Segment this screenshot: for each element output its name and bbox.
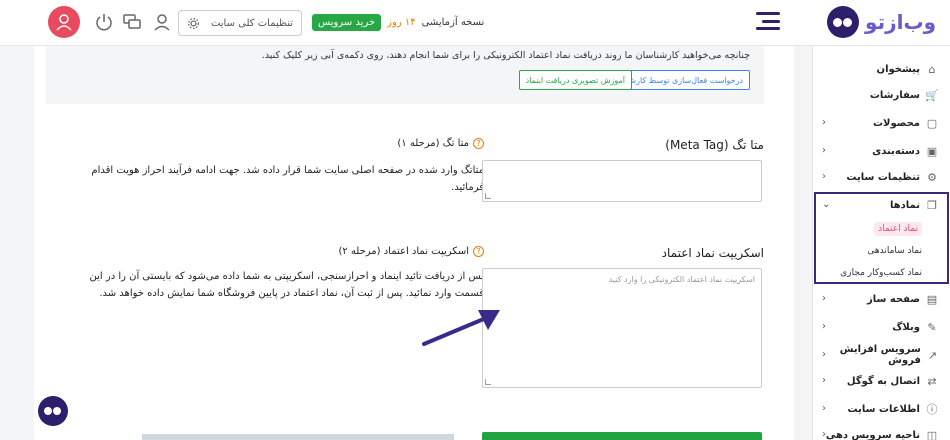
chevron-left-icon: ‹ xyxy=(822,429,826,440)
sidebar-item-site-settings[interactable]: ⚙ تنظیمات سایت ‹ xyxy=(812,164,950,190)
support-agent-icon[interactable] xyxy=(152,12,172,32)
badge-icon: ❐ xyxy=(927,198,937,212)
chart-icon: ↗ xyxy=(927,348,938,362)
script-help-text: پس از دریافت تائید اینماد و احرازسنجی، ا… xyxy=(89,271,484,299)
sidebar-subitem-virtual-business-badge[interactable]: نماد کسب‌وکار مجازی xyxy=(812,262,950,284)
sidebar-subitem-label: نماد اعتماد xyxy=(874,222,922,236)
sidebar-item-sales-boost[interactable]: ↗ سرویس افزایش فروش ‹ xyxy=(812,342,950,368)
user-icon xyxy=(56,14,72,31)
map-icon: ◫ xyxy=(926,428,938,440)
gear-icon: ⚙ xyxy=(927,170,937,184)
power-icon[interactable] xyxy=(94,12,114,32)
info-icon: ⓘ xyxy=(926,403,938,416)
sidebar-item-google-connect[interactable]: ⇄ اتصال به گوگل ‹ xyxy=(812,368,950,394)
buy-service-button[interactable]: خرید سرویس xyxy=(312,14,382,31)
sidebar-item-label: سرویس افزایش فروش xyxy=(839,344,921,366)
chevron-left-icon: ‹ xyxy=(822,145,826,156)
metatag-help-title: ? متا تگ (مرحله ۱) xyxy=(397,138,484,149)
script-placeholder: اسکریپت نماد اعتماد الکترونیکی را وارد ک… xyxy=(608,275,755,284)
tutorial-button[interactable]: آموزش تصویری دریافت اینماد xyxy=(518,70,632,90)
user-avatar[interactable] xyxy=(48,6,80,38)
menu-toggle-icon[interactable] xyxy=(756,12,780,30)
info-text: چنانچه می‌خواهید کارشناسان ما روند دریاف… xyxy=(261,50,750,61)
chevron-down-icon: ⌄ xyxy=(822,199,831,210)
sidebar-item-label: محصولات xyxy=(872,117,920,129)
script-field-title: اسکریپت نماد اعتماد xyxy=(661,246,764,260)
script-help-title: ? اسکریپت نماد اعتماد (مرحله ۲) xyxy=(338,246,484,257)
help-icon: ? xyxy=(473,138,484,149)
category-icon: ▣ xyxy=(926,144,938,158)
sidebar-item-label: صفحه ساز xyxy=(867,293,920,305)
link-icon: ⇄ xyxy=(927,374,937,388)
metatag-input[interactable] xyxy=(482,160,762,202)
chevron-left-icon: ‹ xyxy=(822,117,826,128)
logo-text: وب‌ازتو xyxy=(865,10,936,34)
sidebar-subitem-samandehi-badge[interactable]: نماد ساماندهی xyxy=(812,240,950,262)
sidebar-item-dashboard[interactable]: ⌂ پیشخوان xyxy=(812,56,950,82)
sidebar-item-site-info[interactable]: ⓘ اطلاعات سایت ‹ xyxy=(812,396,950,422)
info-box: چنانچه می‌خواهید کارشناسان ما روند دریاف… xyxy=(46,46,764,104)
trial-days: ۱۴ روز xyxy=(387,17,416,28)
trial-info: نسخه آزمایشی ۱۴ روز خرید سرویس xyxy=(312,14,484,31)
sidebar-subitem-label: نماد ساماندهی xyxy=(867,246,922,256)
page-icon: ▤ xyxy=(926,292,938,306)
sidebar-item-label: اطلاعات سایت xyxy=(847,403,921,415)
bottom-strip xyxy=(142,434,454,440)
sidebar-item-label: سفارشات xyxy=(869,89,920,101)
sidebar-item-label: اتصال به گوگل xyxy=(846,375,920,387)
chevron-left-icon: ‹ xyxy=(822,171,826,182)
chat-icon[interactable] xyxy=(122,12,142,32)
floating-logo-icon[interactable] xyxy=(38,396,68,426)
main-content: چنانچه می‌خواهید کارشناسان ما روند دریاف… xyxy=(34,46,794,440)
site-logo[interactable]: وب‌ازتو xyxy=(827,6,936,38)
chevron-left-icon: ‹ xyxy=(822,321,826,332)
sidebar-item-products[interactable]: ▢ محصولات ‹ xyxy=(812,110,950,136)
metatag-help-text: متاتگ وارد شده در صفحه اصلی سایت شما قرا… xyxy=(91,165,484,193)
script-textarea[interactable]: اسکریپت نماد اعتماد الکترونیکی را وارد ک… xyxy=(482,268,762,388)
sidebar-item-service-area[interactable]: ◫ ناحیه سرویس دهی ‹ xyxy=(812,422,950,440)
general-settings-button[interactable]: تنظیمات کلی سایت xyxy=(178,10,302,36)
settings-label: تنظیمات کلی سایت xyxy=(210,17,293,29)
sidebar-item-label: پیشخوان xyxy=(876,63,920,75)
sidebar-item-label: نمادها xyxy=(889,199,920,211)
metatag-field-title: متا تگ (Meta Tag) xyxy=(665,138,764,152)
cart-icon: 🛒 xyxy=(925,88,939,102)
sidebar-item-label: دسته‌بندی xyxy=(872,145,920,157)
sidebar-item-label: وبلاگ xyxy=(892,321,920,333)
submit-button[interactable]: ثبت اطلاعات xyxy=(482,432,762,440)
gear-icon xyxy=(188,17,199,29)
top-header: وب‌ازتو نسخه آزمایشی ۱۴ روز خرید سرویس ت… xyxy=(0,0,950,46)
script-help-title-text: اسکریپت نماد اعتماد (مرحله ۲) xyxy=(338,246,469,257)
box-icon: ▢ xyxy=(926,116,938,130)
trial-label: نسخه آزمایشی xyxy=(421,17,485,28)
sidebar-item-orders[interactable]: 🛒 سفارشات xyxy=(812,82,950,108)
blog-icon: ✎ xyxy=(927,320,937,334)
sidebar-item-page-builder[interactable]: ▤ صفحه ساز ‹ xyxy=(812,286,950,312)
chevron-left-icon: ‹ xyxy=(822,375,826,386)
chevron-left-icon: ‹ xyxy=(822,403,826,414)
chevron-left-icon: ‹ xyxy=(822,293,826,304)
sidebar-item-label: تنظیمات سایت xyxy=(846,171,920,183)
logo-mark-icon xyxy=(827,6,860,38)
sidebar: ⌂ پیشخوان 🛒 سفارشات ▢ محصولات ‹ ▣ دسته‌ب… xyxy=(812,46,950,440)
sidebar-item-blog[interactable]: ✎ وبلاگ ‹ xyxy=(812,314,950,340)
sidebar-item-label: ناحیه سرویس دهی xyxy=(825,429,920,440)
resize-handle-icon[interactable] xyxy=(485,193,491,199)
sidebar-item-categories[interactable]: ▣ دسته‌بندی ‹ xyxy=(812,138,950,164)
metatag-help-title-text: متا تگ (مرحله ۱) xyxy=(397,138,469,149)
home-icon: ⌂ xyxy=(928,62,936,76)
sidebar-subitem-trust-badge[interactable]: نماد اعتماد xyxy=(812,218,950,240)
annotation-arrow-icon xyxy=(422,310,500,346)
help-icon: ? xyxy=(473,246,484,257)
sidebar-subitem-label: نماد کسب‌وکار مجازی xyxy=(840,268,922,278)
chevron-left-icon: ‹ xyxy=(822,349,826,360)
sidebar-item-badges[interactable]: ❐ نمادها ⌄ xyxy=(812,192,950,218)
resize-handle-icon[interactable] xyxy=(485,379,491,385)
